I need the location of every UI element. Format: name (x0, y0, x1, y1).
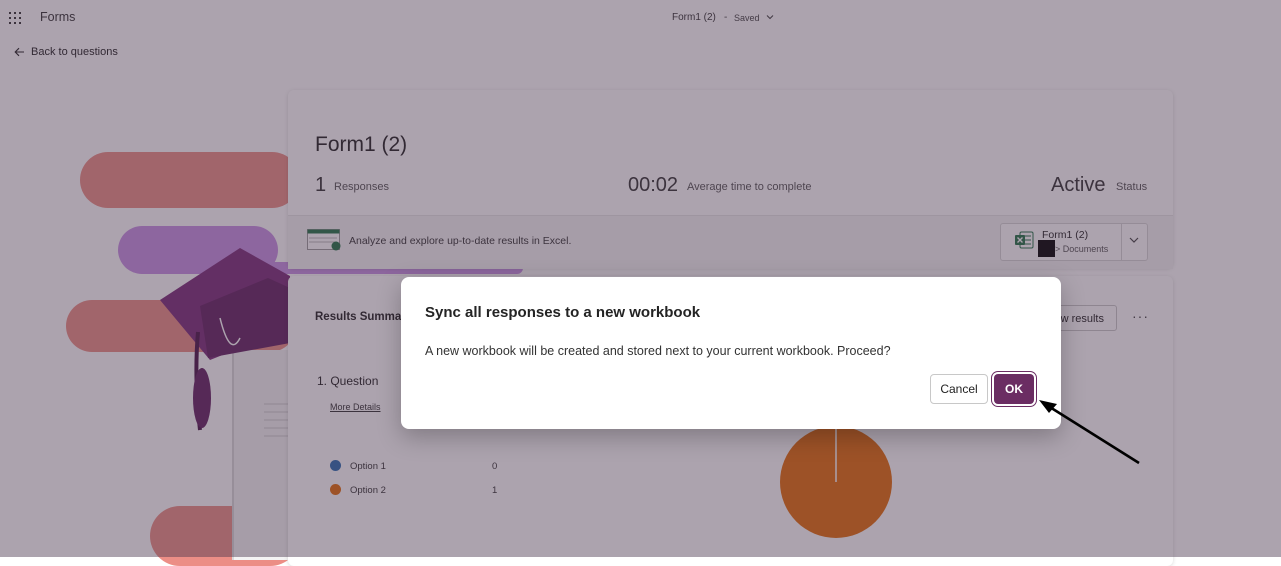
dialog-title: Sync all responses to a new workbook (425, 304, 701, 321)
cancel-button[interactable]: Cancel (930, 374, 988, 404)
dialog-message: A new workbook will be created and store… (425, 344, 891, 358)
ok-button[interactable]: OK (994, 374, 1034, 404)
pointer-arrow (1039, 400, 1140, 465)
